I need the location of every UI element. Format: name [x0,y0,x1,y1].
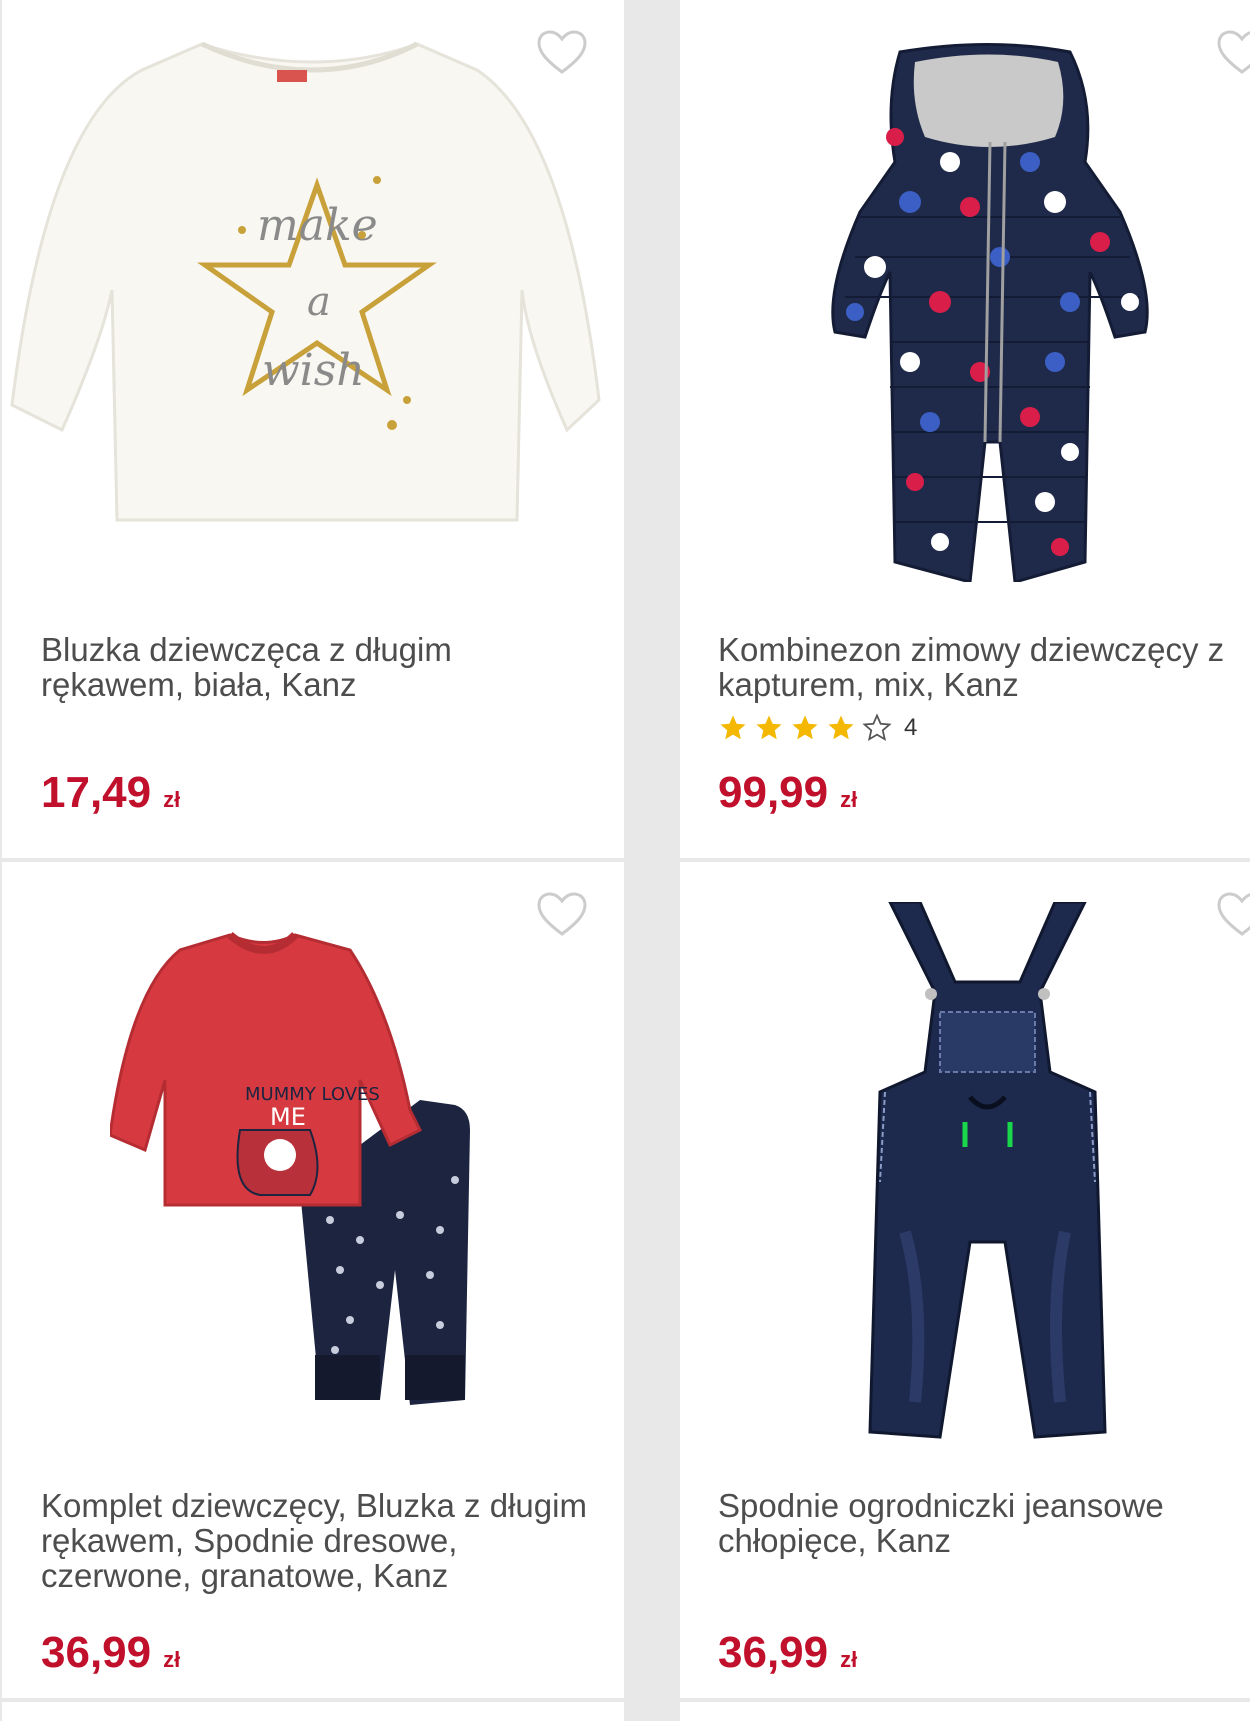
product-image[interactable] [800,42,1180,582]
product-price: 36,99 zł [718,1628,857,1678]
rating-count: 4 [904,714,918,741]
product-card[interactable]: make a wish Bluzka dziewczęca z długim r… [2,0,624,858]
star-outline-icon [862,713,892,742]
price-amount: 17,49 [41,768,152,817]
product-title[interactable]: Bluzka dziewczęca z długim rękawem, biał… [41,632,601,702]
price-amount: 36,99 [718,1628,829,1677]
rating: 4 [718,713,917,743]
product-title[interactable]: Kombinezon zimowy dziewczęcy z kapturem,… [718,632,1250,702]
svg-text:make: make [257,200,378,251]
product-title[interactable]: Komplet dziewczęcy, Bluzka z długim ręka… [41,1488,601,1593]
product-image[interactable]: MUMMY LOVES ME [110,930,520,1420]
star-filled-icon [720,715,746,740]
star-filled-icon [756,715,782,740]
star-filled-icon [828,715,854,740]
product-price: 36,99 zł [41,1628,180,1678]
product-title[interactable]: Spodnie ogrodniczki jeansowe chłopięce, … [718,1488,1250,1558]
product-price: 17,49 zł [41,768,180,818]
product-price: 99,99 zł [718,768,857,818]
heart-icon[interactable] [1216,30,1250,76]
product-card[interactable]: MUMMY LOVES ME Komplet dziewczęcy, Bluzk… [2,862,624,1698]
price-currency: zł [840,1647,858,1672]
price-amount: 99,99 [718,768,829,817]
product-card[interactable]: Spodnie ogrodniczki jeansowe chłopięce, … [680,862,1250,1698]
product-card[interactable] [680,1702,1250,1721]
product-card[interactable]: Kombinezon zimowy dziewczęcy z kapturem,… [680,0,1250,858]
product-card[interactable] [2,1702,624,1721]
price-amount: 36,99 [41,1628,152,1677]
price-currency: zł [163,1647,181,1672]
price-currency: zł [840,787,858,812]
svg-text:wish: wish [262,345,365,396]
heart-icon[interactable] [1216,892,1250,938]
svg-text:ME: ME [270,1103,306,1131]
svg-text:MUMMY LOVES: MUMMY LOVES [245,1084,380,1105]
svg-text:a: a [307,279,331,325]
price-currency: zł [163,787,181,812]
star-filled-icon [792,715,818,740]
product-image[interactable]: make a wish [7,40,619,530]
heart-icon[interactable] [536,892,588,938]
product-image[interactable] [865,902,1110,1442]
